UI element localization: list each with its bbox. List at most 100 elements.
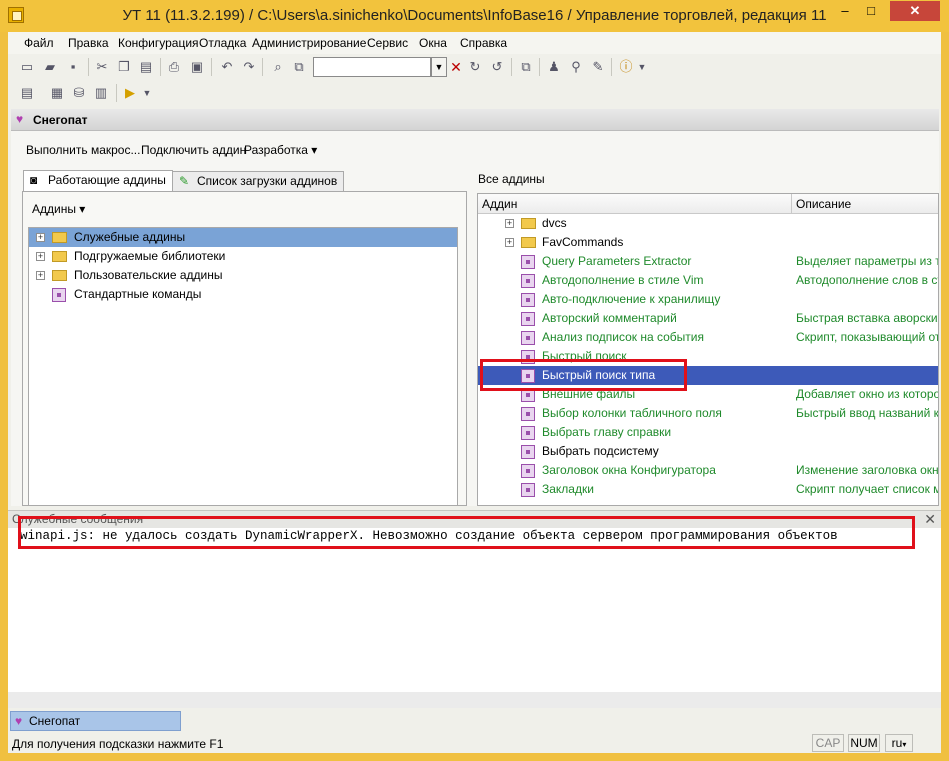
num-indicator: NUM [848,734,880,752]
find-next-icon[interactable]: ↻ [466,58,484,76]
tree-item[interactable]: Стандартные команды [29,285,457,304]
table-row[interactable]: + FavCommands [478,233,938,252]
new-icon[interactable]: ▭ [18,58,36,76]
expand-icon[interactable]: + [36,271,45,280]
table-row[interactable]: + dvcs [478,214,938,233]
taskbar-snegopat-button[interactable]: ♥ Снегопат [10,711,181,731]
snegopat-panel-header: ♥ Снегопат [11,109,939,131]
expand-icon[interactable]: + [505,219,514,228]
module-icon[interactable]: ▤ [18,84,36,102]
tree-item[interactable]: + Пользовательские аддины [29,266,457,285]
tab-running-addins[interactable]: ◙ Работающие аддины [23,170,173,192]
messages-scrollbar[interactable] [8,692,941,708]
table-row[interactable]: Query Parameters Extractor Выделяет пара… [478,252,938,271]
addins-tree[interactable]: + Служебные аддины + Подгружаемые библио… [28,227,458,506]
folder-icon [52,232,67,243]
search-dropdown-icon[interactable]: ▼ [431,57,447,77]
search-input[interactable] [313,57,431,77]
run-more-icon[interactable]: ▼ [138,84,156,102]
language-indicator[interactable]: ru▾ [885,734,913,752]
pencil-icon: ✎ [179,174,190,188]
column-addin[interactable]: Аддин [482,197,517,211]
redo-icon[interactable]: ↷ [240,58,258,76]
menu-edit[interactable]: Правка [68,36,109,50]
toolbar-more-icon[interactable]: ▼ [633,58,651,76]
close-icon[interactable]: ✕ [924,511,936,528]
table-row[interactable]: Анализ подписок на события Скрипт, показ… [478,328,938,347]
addin-icon [521,407,535,421]
wizard-icon[interactable]: ♟ [545,58,563,76]
expand-icon[interactable]: + [36,233,45,242]
preview-icon[interactable]: ▣ [188,58,206,76]
addin-icon [521,255,535,269]
table-row[interactable]: Авто-подключение к хранилищу [478,290,938,309]
expand-icon[interactable]: + [505,238,514,247]
menu-debug[interactable]: Отладка [199,36,246,50]
snegopat-icon: ♥ [15,714,23,728]
table-row[interactable]: Заголовок окна Конфигуратора Изменение з… [478,461,938,480]
development-menu[interactable]: Разработка ▾ [244,143,317,157]
menu-help[interactable]: Справка [460,36,507,50]
addin-icon [521,445,535,459]
table-row[interactable]: Выбрать главу справки [478,423,938,442]
menu-windows[interactable]: Окна [419,36,447,50]
database-icon[interactable]: ⛁ [70,84,88,102]
addin-icon [521,331,535,345]
syntax-helper-icon[interactable]: ⚲ [567,58,585,76]
tab-load-list[interactable]: ✎ Список загрузки аддинов [172,171,345,191]
undo-icon[interactable]: ↶ [218,58,236,76]
status-hint: Для получения подсказки нажмите F1 [12,737,224,751]
addins-menu[interactable]: Аддины ▾ [32,202,85,216]
column-description[interactable]: Описание [796,197,851,211]
secondary-toolbar: ▤ ▦ ⛁ ▥ ▶ ▼ [8,80,941,106]
template-icon[interactable]: ✎ [589,58,607,76]
table-row[interactable]: Автодополнение в стиле Vim Автодополнени… [478,271,938,290]
menu-file[interactable]: Файл [24,36,54,50]
minimize-button[interactable]: – [832,1,858,21]
maximize-button[interactable]: □ [858,1,884,21]
folder-icon [52,270,67,281]
expand-icon[interactable]: + [36,252,45,261]
run-macro-button[interactable]: Выполнить макрос... [26,143,140,157]
caps-indicator: CAP [812,734,844,752]
menu-service[interactable]: Сервис [367,36,408,50]
connect-addin-button[interactable]: Подключить аддин [141,143,246,157]
addin-icon [521,293,535,307]
snegopat-icon: ♥ [16,112,24,126]
find-icon[interactable]: ⌕ [269,58,287,76]
table-row[interactable]: Закладки Скрипт получает список мето [478,480,938,499]
find-prev-icon[interactable]: ↺ [488,58,506,76]
window-icon[interactable]: ⧉ [517,58,535,76]
all-addins-table[interactable]: Аддин Описание + dvcs + FavCommands Quer… [477,193,939,506]
run-icon[interactable]: ▶ [121,84,139,102]
folder-icon [52,251,67,262]
addin-icon [521,464,535,478]
save-icon[interactable]: ▪ [64,58,82,76]
menu-bar: Файл Правка Конфигурация Отладка Админис… [8,32,941,54]
addins-tab-icon: ◙ [30,173,38,187]
menu-configuration[interactable]: Конфигурация [118,36,199,50]
close-button[interactable]: ✕ [890,1,940,21]
copy-icon[interactable]: ❐ [115,58,133,76]
compare-icon[interactable]: ▥ [92,84,110,102]
table-row[interactable]: Выбрать подсистему [478,442,938,461]
table-header: Аддин Описание [478,194,938,214]
print-icon[interactable]: ⎙ [165,58,183,76]
search-clear-icon[interactable]: ✕ [448,58,464,76]
config-icon[interactable]: ▦ [48,84,66,102]
addin-icon [521,483,535,497]
table-row[interactable]: Авторский комментарий Быстрая вставка ав… [478,309,938,328]
folder-icon [521,218,536,229]
find-replace-icon[interactable]: ⧉ [290,58,308,76]
tree-item[interactable]: + Служебные аддины [29,228,457,247]
tree-item[interactable]: + Подгружаемые библиотеки [29,247,457,266]
all-addins-label: Все аддины [478,172,545,186]
addin-icon [521,312,535,326]
paste-icon[interactable]: ▤ [137,58,155,76]
folder-icon [521,237,536,248]
open-icon[interactable]: ▰ [41,58,59,76]
menu-administration[interactable]: Администрирование [252,36,366,50]
table-row[interactable]: Выбор колонки табличного поля Быстрый вв… [478,404,938,423]
cut-icon[interactable]: ✂ [93,58,111,76]
window-title: УТ 11 (11.3.2.199) / C:\Users\a.sinichen… [122,7,827,24]
